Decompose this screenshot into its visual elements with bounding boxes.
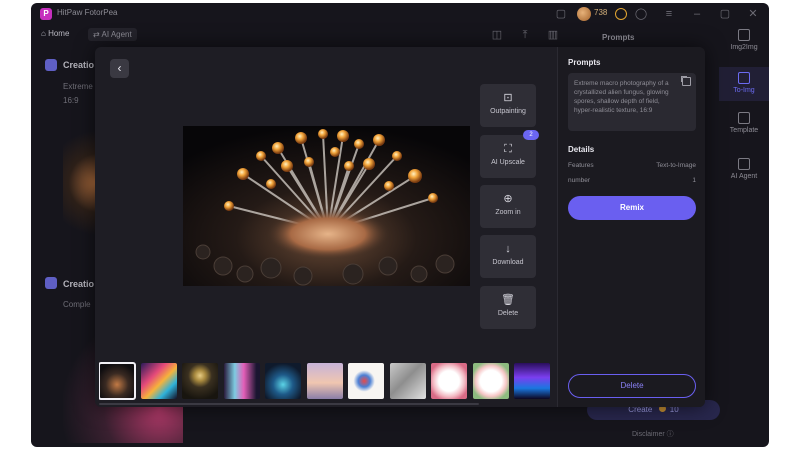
remix-button[interactable]: Remix — [568, 196, 696, 220]
disclaimer-link[interactable]: Disclaimer ⓘ — [632, 429, 674, 439]
thumbnail-scrollbar[interactable] — [99, 403, 479, 405]
thumbnail-pastel-sunset[interactable] — [306, 363, 343, 399]
history-card-title: Creatio — [63, 279, 95, 289]
app-title: HitPaw FotorPea — [57, 8, 118, 17]
coin-icon[interactable] — [615, 8, 627, 20]
nav-bar: ⌂ Home ⇄ AI Agent ◫ ⤒ ▥ — [31, 25, 769, 45]
upscale-badge: 2 — [523, 130, 539, 140]
thumbnail-rose-frame[interactable] — [431, 363, 467, 399]
agent-icon — [738, 158, 750, 170]
nav-ai-agent[interactable]: ⇄ AI Agent — [88, 28, 137, 41]
layout-icon[interactable]: ◫ — [490, 28, 504, 42]
history-card-prompt: Extreme — [63, 82, 93, 91]
right-rail: Img2Img To-Img Template AI Agent — [719, 25, 769, 447]
history-card-title: Creatio — [63, 60, 95, 70]
delete-button[interactable]: Delete — [568, 374, 696, 398]
tool-label: Zoom in — [495, 209, 521, 216]
history-card-prompt: Comple — [63, 300, 91, 309]
outpainting-button[interactable]: ⊡ Outpainting — [480, 84, 536, 127]
trash-icon[interactable]: ▥ — [546, 28, 560, 42]
tool-label: Outpainting — [490, 108, 526, 115]
menu-icon[interactable]: ≡ — [662, 7, 676, 21]
image-detail-modal: ‹ ⊡ Outpainting 2 ⛶ AI Upscale ⊕ Zoom in… — [95, 47, 705, 407]
tool-label: AI Upscale — [491, 159, 525, 166]
thumbnail-color-swirl[interactable] — [140, 363, 177, 399]
credit-count: 738 — [594, 8, 608, 17]
upload-icon[interactable]: ⤒ — [518, 28, 532, 42]
close-icon[interactable]: ✕ — [746, 7, 760, 21]
upscale-icon: ⛶ — [504, 143, 512, 155]
rail-item-label: Img2Img — [730, 44, 758, 51]
tool-label: Delete — [497, 310, 519, 317]
rail-item-label: To-Img — [733, 87, 755, 94]
thumbnail-concert-lights[interactable] — [514, 363, 550, 399]
prompts-header-bg: Prompts — [602, 33, 635, 42]
thumbnail-glitch-portrait[interactable] — [223, 363, 260, 399]
zoom-in-icon: ⊕ — [503, 193, 513, 205]
fungus-artwork — [183, 126, 470, 286]
prompt-box: Extreme macro photography of a crystalli… — [568, 73, 696, 131]
nav-ai-agent-label: AI Agent — [101, 30, 132, 39]
details-title: Details — [568, 145, 595, 154]
history-card-icon — [45, 59, 57, 71]
account-icon[interactable]: ◯ — [634, 7, 648, 21]
prompt-text: Extreme macro photography of a crystalli… — [574, 80, 669, 114]
detail-label: number — [568, 177, 591, 184]
download-button[interactable]: ↓ Download — [480, 235, 536, 278]
detail-value: 1 — [692, 177, 696, 184]
info-panel: Prompts Extreme macro photography of a c… — [557, 47, 705, 407]
thumbnail-floral-wreath[interactable] — [472, 363, 509, 399]
tool-label: Download — [492, 259, 524, 266]
rail-item-template[interactable]: Template — [719, 112, 769, 142]
thumbnail-moon-landscape[interactable] — [182, 363, 218, 399]
thumbnail-flower-figure[interactable] — [348, 363, 384, 399]
rail-item-ai-agent[interactable]: AI Agent — [719, 158, 769, 188]
user-avatar[interactable] — [577, 7, 591, 21]
delete-tool-button[interactable]: 🗑 Delete — [480, 286, 536, 329]
image-icon — [738, 29, 750, 41]
message-icon[interactable]: ▢ — [554, 7, 568, 21]
ai-upscale-button[interactable]: 2 ⛶ AI Upscale — [480, 130, 539, 178]
zoom-in-button[interactable]: ⊕ Zoom in — [480, 185, 536, 228]
disclaimer-label: Disclaimer — [632, 431, 665, 438]
rail-item-label: Template — [729, 127, 759, 134]
download-icon: ↓ — [505, 243, 511, 255]
grid-icon — [738, 112, 750, 124]
thumbnail-peacock-glow[interactable] — [265, 363, 301, 399]
rail-item-img2img[interactable]: Img2Img — [719, 29, 769, 57]
history-card-icon — [45, 277, 57, 289]
maximize-icon[interactable]: ▢ — [718, 7, 732, 21]
title-bar: P HitPaw FotorPea 738 ▢ ◯ ≡ – ▢ ✕ — [31, 3, 769, 25]
app-logo: P — [40, 8, 52, 20]
rail-item-label: AI Agent — [730, 173, 758, 180]
prompts-title: Prompts — [568, 58, 601, 67]
thumbnail-strip — [99, 362, 559, 400]
nav-home[interactable]: ⌂ Home — [41, 29, 69, 38]
main-image — [183, 126, 470, 286]
detail-label: Features — [568, 162, 594, 169]
detail-value: Text-to-Image — [656, 162, 696, 169]
back-button[interactable]: ‹ — [110, 59, 129, 78]
detail-row-features: Features Text-to-Image — [568, 162, 696, 169]
text-to-image-icon — [738, 72, 750, 84]
detail-row-number: number 1 — [568, 177, 696, 184]
outpainting-icon: ⊡ — [503, 92, 513, 104]
nav-home-label: Home — [48, 29, 70, 38]
minimize-icon[interactable]: – — [690, 7, 704, 21]
trash-icon: 🗑 — [501, 294, 515, 306]
copy-icon[interactable] — [682, 77, 691, 86]
thumbnail-fungus-macro[interactable] — [99, 362, 136, 400]
thumbnail-silver-pattern[interactable] — [389, 363, 426, 399]
history-card-ratio: 16:9 — [63, 96, 79, 105]
rail-item-to-img[interactable]: To-Img — [719, 67, 769, 101]
